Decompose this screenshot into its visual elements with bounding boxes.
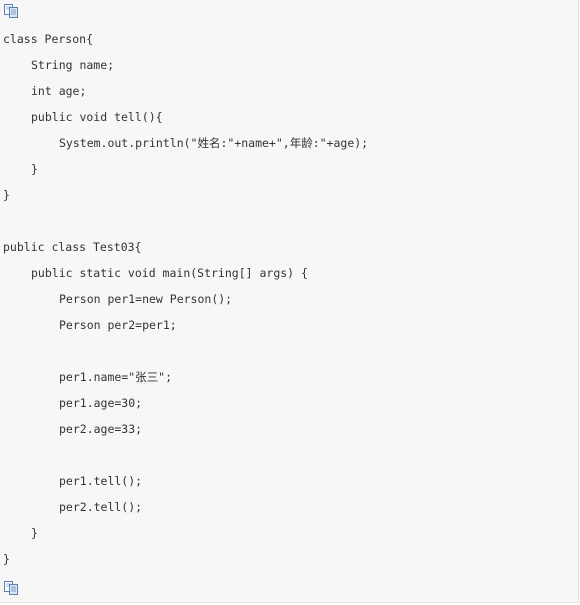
code-line: } — [3, 188, 10, 202]
copy-icon[interactable] — [3, 580, 19, 596]
code-line: per1.age=30; — [59, 396, 143, 410]
code-line: public class Test03{ — [3, 240, 142, 254]
copy-icon[interactable] — [3, 3, 19, 19]
code-line: } — [31, 162, 38, 176]
code-block: class Person{ String name; int age; publ… — [0, 0, 579, 603]
code-line: class Person{ — [3, 32, 94, 46]
code-line: System.out.println("姓名:"+name+",年龄:"+age… — [59, 136, 369, 150]
code-line: public static void main(String[] args) { — [31, 266, 308, 280]
code-line: Person per1=new Person(); — [59, 292, 233, 306]
code-line: } — [31, 526, 38, 540]
code-line: int age; — [31, 84, 87, 98]
code-line: per1.tell(); — [59, 474, 143, 488]
code-line: public void tell(){ — [31, 110, 163, 124]
code-line: per2.tell(); — [59, 500, 143, 514]
code-line: String name; — [31, 58, 115, 72]
code-line: Person per2=per1; — [59, 318, 177, 332]
code-line: } — [3, 552, 10, 566]
code-line: per2.age=33; — [59, 422, 143, 436]
code-line: per1.name="张三"; — [59, 370, 173, 384]
